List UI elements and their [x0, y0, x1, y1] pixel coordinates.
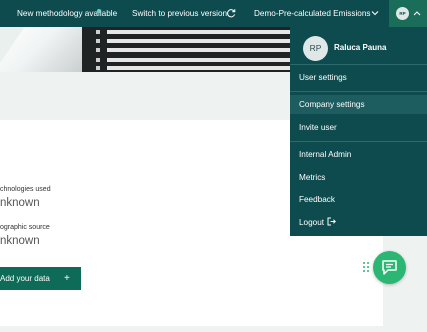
menu-item-invite-user[interactable]: Invite user	[290, 118, 427, 137]
menu-item-company-settings[interactable]: Company settings	[290, 95, 427, 114]
code-marker	[96, 58, 100, 62]
menu-item-logout[interactable]: Logout	[290, 213, 427, 232]
chevron-down-icon[interactable]	[371, 9, 379, 17]
plus-icon: +	[64, 273, 70, 284]
menu-item-internal-admin[interactable]: Internal Admin	[290, 145, 427, 164]
new-methodology-link[interactable]: New methodology available	[17, 0, 117, 27]
logout-label: Logout	[299, 218, 325, 227]
menu-item-metrics[interactable]: Metrics	[290, 168, 427, 187]
code-marker	[96, 30, 100, 34]
chat-icon	[382, 260, 397, 275]
drag-handle-icon[interactable]	[362, 261, 370, 273]
chevron-up-icon[interactable]	[413, 10, 421, 16]
notification-dot	[97, 9, 101, 13]
switch-previous-version-link[interactable]: Switch to previous version	[132, 0, 227, 27]
chat-button[interactable]	[373, 251, 406, 284]
code-marker	[96, 66, 100, 70]
geographic-source-label: ographic source	[0, 224, 50, 231]
logout-icon	[327, 217, 336, 226]
menu-divider	[290, 141, 427, 142]
add-your-data-button[interactable]: Add your data +	[0, 267, 81, 290]
menu-item-feedback[interactable]: Feedback	[290, 190, 427, 209]
menu-item-user-settings[interactable]: User settings	[290, 68, 427, 87]
code-line	[107, 30, 290, 34]
code-preview	[82, 27, 290, 72]
code-line	[107, 48, 290, 52]
menu-divider	[290, 91, 427, 92]
emissions-dataset-selector[interactable]: Demo-Pre-calculated Emissions	[254, 0, 370, 27]
refresh-icon[interactable]	[226, 8, 236, 18]
code-marker	[96, 39, 100, 43]
code-line	[107, 66, 290, 70]
technologies-label: chnologies used	[0, 186, 51, 193]
avatar[interactable]: RP	[396, 7, 409, 20]
bottom-gutter	[0, 326, 427, 332]
technologies-value: nknown	[0, 197, 40, 209]
code-line	[107, 58, 290, 62]
top-navigation-bar: New methodology available Switch to prev…	[0, 0, 427, 27]
user-avatar: RP	[303, 36, 328, 61]
menu-divider	[290, 64, 427, 65]
code-line	[107, 39, 290, 43]
user-name: Raluca Pauna	[334, 43, 387, 52]
code-marker	[96, 48, 100, 52]
user-dropdown-menu: RP Raluca Pauna User settings Company se…	[290, 27, 427, 236]
add-your-data-label: Add your data	[0, 274, 50, 283]
geographic-source-value: nknown	[0, 235, 40, 247]
